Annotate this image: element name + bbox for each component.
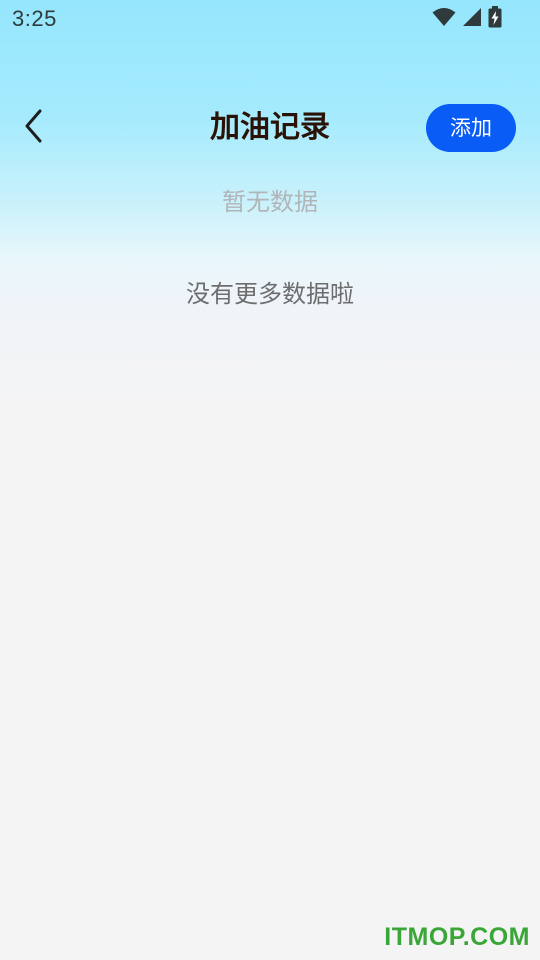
watermark-logo: ITMOP.COM bbox=[384, 923, 530, 951]
add-button[interactable]: 添加 bbox=[426, 104, 516, 152]
status-bar: 3:25 bbox=[0, 0, 540, 40]
battery-charging-icon bbox=[488, 6, 502, 28]
cellular-signal-icon bbox=[462, 7, 482, 27]
status-icons bbox=[432, 6, 502, 28]
no-more-data-text: 没有更多数据啦 bbox=[186, 280, 354, 308]
wifi-icon bbox=[432, 7, 456, 27]
empty-state-text: 暂无数据 bbox=[222, 188, 318, 216]
header: 加油记录 添加 bbox=[0, 100, 540, 156]
status-time: 3:25 bbox=[12, 6, 57, 31]
